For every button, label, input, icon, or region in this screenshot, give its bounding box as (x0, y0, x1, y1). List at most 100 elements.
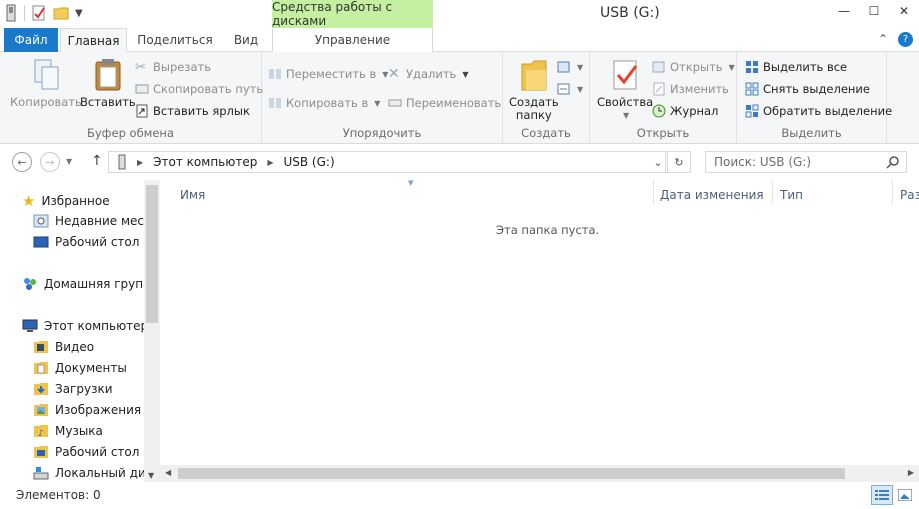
tab-home[interactable]: Главная (60, 28, 127, 53)
open-label: Открыть (670, 60, 723, 74)
tree-favorites[interactable]: ★ Избранное (22, 192, 110, 210)
properties-icon[interactable] (31, 5, 47, 21)
address-bar[interactable]: ▶ Этот компьютер ▶ USB (G:) (108, 151, 666, 173)
tree-images[interactable]: Изображения (33, 402, 141, 418)
forward-arrow-icon: → (45, 155, 55, 169)
open-button[interactable]: Открыть ▼ (652, 60, 735, 74)
new-folder-icon[interactable] (53, 5, 69, 21)
maximize-button[interactable]: ☐ (859, 0, 889, 22)
copy-to-dropdown-icon: ▼ (374, 98, 381, 108)
properties-button[interactable]: Свойства ▼ (597, 58, 653, 122)
qat-customize-icon[interactable]: ▼ (75, 8, 83, 19)
delete-button[interactable]: ✕ Удалить ▼ (388, 67, 468, 81)
tree-recent-label: Недавние места (55, 214, 159, 228)
group-create-label: Создать (521, 126, 571, 140)
breadcrumb-usb[interactable]: USB (G:) (283, 155, 334, 169)
tree-this-pc-label: Этот компьютер (44, 319, 149, 333)
sort-indicator-icon: ▼ (408, 179, 414, 187)
new-item-button[interactable]: ▼ (557, 60, 583, 74)
tab-file[interactable]: Файл (4, 28, 58, 52)
tree-music[interactable]: ♪ Музыка (33, 423, 103, 439)
move-to-icon (269, 69, 281, 79)
tab-view[interactable]: Вид (222, 28, 270, 52)
back-button[interactable]: ← (12, 152, 32, 172)
drive-icon[interactable] (4, 4, 18, 22)
paste-shortcut-icon (136, 104, 148, 118)
tree-video[interactable]: Видео (33, 339, 94, 355)
collapse-ribbon-icon[interactable]: ⌃ (878, 32, 888, 47)
select-all-button[interactable]: Выделить все (745, 60, 847, 74)
help-icon[interactable]: ? (898, 32, 913, 47)
paste-shortcut-button[interactable]: Вставить ярлык (135, 104, 250, 118)
title-bar: ▼ Средства работы с дисками USB (G:) — ☐… (0, 0, 919, 28)
properties-icon (613, 60, 638, 90)
file-list-hscroll-thumb[interactable] (178, 468, 845, 479)
nav-pane-scrollbar[interactable]: ▼ (144, 180, 160, 482)
chevron-down-icon: ⌄ (653, 155, 663, 169)
column-size[interactable]: Разм (900, 188, 919, 202)
pictures-folder-icon (34, 404, 48, 416)
select-all-icon (746, 61, 758, 73)
column-type[interactable]: Тип (780, 188, 803, 202)
tree-recent[interactable]: Недавние места (33, 213, 158, 229)
paste-icon (95, 59, 121, 91)
easy-access-button[interactable]: ▼ (557, 82, 583, 96)
tree-local-disk[interactable]: Локальный диск (33, 465, 160, 481)
paste-button[interactable]: Вставить (80, 58, 136, 109)
search-input[interactable]: Поиск: USB (G:) (714, 155, 811, 169)
forward-button[interactable]: → (40, 152, 60, 172)
scissors-icon: ✂ (135, 60, 146, 75)
breadcrumb-separator-icon: ▶ (267, 157, 274, 167)
tree-this-pc[interactable]: Этот компьютер (22, 318, 148, 334)
edit-button[interactable]: Изменить (652, 82, 729, 96)
history-button[interactable]: Журнал (652, 104, 718, 118)
column-date[interactable]: Дата изменения (660, 188, 764, 202)
column-divider[interactable] (772, 180, 773, 204)
new-folder-button[interactable]: Создать папку (509, 58, 559, 122)
up-arrow-icon[interactable]: ↑ (91, 153, 103, 169)
copy-to-button[interactable]: Копировать в ▼ (268, 96, 380, 110)
details-view-button[interactable] (871, 485, 893, 505)
large-icons-view-button[interactable] (894, 485, 916, 505)
tree-music-label: Музыка (55, 424, 103, 438)
item-count: Элементов: 0 (16, 488, 101, 502)
group-clipboard-label: Буфер обмена (86, 126, 174, 140)
recent-locations-icon[interactable]: ▼ (66, 157, 72, 166)
tree-desktop-fav[interactable]: Рабочий стол (33, 234, 139, 250)
desktop-folder-icon (34, 446, 48, 458)
refresh-button[interactable]: ↻ (667, 151, 691, 173)
invert-selection-button[interactable]: Обратить выделение (745, 104, 892, 118)
delete-dropdown-icon: ▼ (462, 69, 469, 79)
select-none-button[interactable]: Снять выделение (745, 82, 870, 96)
scroll-down-icon[interactable]: ▼ (148, 471, 154, 480)
cut-button[interactable]: ✂ Вырезать (135, 60, 211, 75)
tree-desktop[interactable]: Рабочий стол (33, 444, 139, 460)
column-divider[interactable] (653, 180, 654, 204)
copy-button[interactable]: Копировать (10, 58, 82, 109)
file-list[interactable]: ▼ Имя Дата изменения Тип Разм Эта папка … (160, 179, 919, 482)
tree-documents[interactable]: Документы (33, 360, 127, 376)
minimize-button[interactable]: — (829, 0, 859, 22)
scroll-left-icon[interactable]: ◀ (165, 468, 171, 477)
breadcrumb-this-pc[interactable]: Этот компьютер (153, 155, 257, 169)
tree-homegroup[interactable]: Домашняя группа (22, 276, 158, 292)
ribbon-controls: ⌃ ? (878, 32, 913, 47)
new-item-dropdown-icon: ▼ (577, 62, 584, 72)
group-open-label: Открыть (636, 126, 690, 140)
tab-share[interactable]: Поделиться (133, 28, 217, 52)
column-name[interactable]: Имя (180, 188, 205, 202)
scroll-right-icon[interactable]: ▶ (908, 468, 914, 477)
move-to-button[interactable]: Переместить в ▼ (268, 67, 388, 81)
group-select: Выделить все Снять выделение Обратить вы… (737, 52, 892, 144)
copy-path-button[interactable]: Скопировать путь (135, 82, 263, 96)
rename-label: Переименовать (406, 96, 502, 110)
rename-button[interactable]: Переименовать (388, 96, 501, 110)
column-divider[interactable] (892, 180, 893, 204)
search-box[interactable]: Поиск: USB (G:) (705, 151, 907, 173)
tree-downloads[interactable]: Загрузки (33, 381, 113, 397)
tab-manage[interactable]: Управление (272, 28, 433, 52)
close-button[interactable]: ✕ (889, 0, 919, 22)
invert-selection-icon (745, 104, 759, 118)
nav-pane-scroll-thumb[interactable] (146, 185, 158, 323)
file-list-hscrollbar[interactable]: ◀ ▶ (160, 465, 919, 482)
